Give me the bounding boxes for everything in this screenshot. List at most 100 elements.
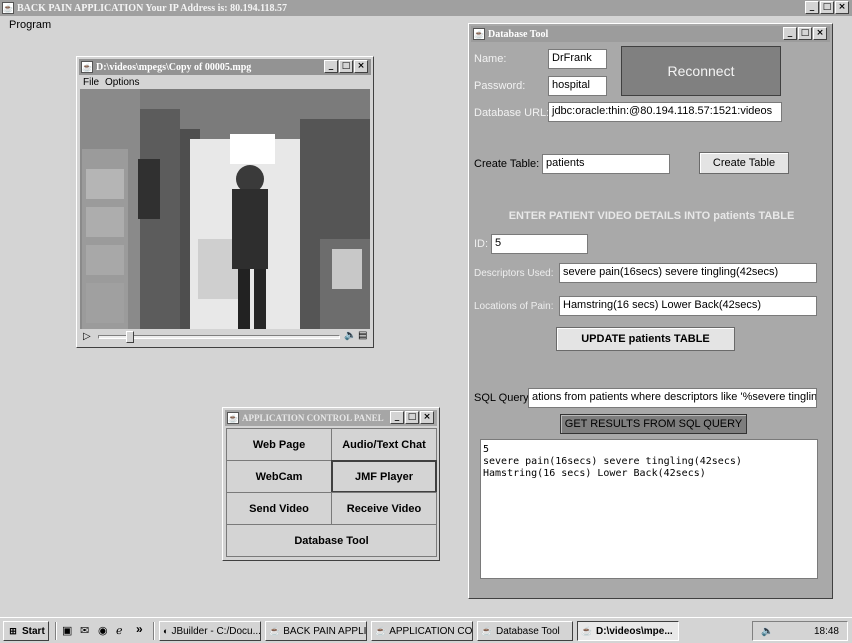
url-field[interactable]: jdbc:oracle:thin:@80.194.118.57:1521:vid… [548,102,782,122]
create-table-field[interactable]: patients [542,154,670,174]
java-cup-icon: ☕ [81,61,93,73]
start-button[interactable]: ⊞ Start [3,621,49,641]
result-line: severe pain(16secs) severe tingling(42se… [483,456,742,467]
task-label: APPLICATION CO... [389,625,473,637]
windows-logo-icon: ⊞ [9,625,17,636]
task-label: Database Tool [496,625,560,637]
start-label: Start [22,625,45,637]
outlook-icon[interactable]: ✉ [80,624,89,637]
close-icon[interactable]: × [835,1,849,14]
main-titlebar[interactable]: ☕ BACK PAIN APPLICATION Your IP Address … [0,0,852,16]
main-window-buttons: _ □ × [804,1,849,14]
name-field[interactable]: DrFrank [548,49,607,69]
audio-text-chat-button[interactable]: Audio/Text Chat [331,428,437,461]
media-player-icon[interactable]: ◉ [98,624,108,637]
clock[interactable]: 18:48 [814,626,839,637]
close-icon[interactable]: × [354,60,368,73]
sql-query-field[interactable]: ations from patients where descriptors l… [528,388,817,408]
film-icon[interactable]: ▤ [358,330,367,341]
video-image [80,89,370,329]
quicklaunch-more[interactable]: » [136,622,143,636]
cp-window-buttons: _ □ × [389,411,434,424]
volume-icon[interactable]: 🔈 [761,626,773,637]
video-window-buttons: _ □ × [323,60,368,73]
seek-thumb[interactable] [126,331,134,343]
task-jbuilder[interactable]: ◐ JBuilder - C:/Docu... [159,621,261,641]
video-controls: ▷ 🔈 ▤ [80,330,370,344]
java-cup-icon: ☕ [473,28,485,40]
minimize-icon[interactable]: _ [805,1,819,14]
minimize-icon[interactable]: _ [783,27,797,40]
internet-explorer-icon[interactable]: ℯ [116,624,123,637]
descriptors-label: Descriptors Used: [474,268,554,279]
menu-program[interactable]: Program [9,19,51,31]
result-line: Hamstring(16 secs) Lower Back(42secs) [483,468,706,479]
control-panel-titlebar[interactable]: ☕ APPLICATION CONTROL PANEL _ □ × [225,410,437,426]
seek-track[interactable] [98,335,340,339]
webcam-button[interactable]: WebCam [226,460,332,493]
system-tray: 🔈 18:48 [752,621,848,641]
minimize-icon[interactable]: _ [324,60,338,73]
video-window: ☕ D:\videos\mpegs\Copy of 00005.mpg _ □ … [76,56,374,348]
task-label: BACK PAIN APPLI... [283,625,367,637]
task-back-pain[interactable]: ☕ BACK PAIN APPLI... [265,621,367,641]
url-label: Database URL: [474,107,550,119]
send-video-button[interactable]: Send Video [226,492,332,525]
video-frame [80,89,370,329]
database-tool-window: ☕ Database Tool _ □ × Name: DrFrank Pass… [468,23,833,599]
show-desktop-icon[interactable]: ▣ [62,624,72,637]
create-table-label: Create Table: [474,158,540,170]
jbuilder-icon: ◐ [163,626,169,636]
task-video-window[interactable]: ☕ D:\videos\mpe... [577,621,679,641]
control-panel-window: ☕ APPLICATION CONTROL PANEL _ □ × Web Pa… [222,407,440,561]
jmf-player-button[interactable]: JMF Player [331,460,437,493]
taskbar-separator [153,622,155,640]
video-menu-file[interactable]: File [83,77,99,88]
password-label: Password: [474,80,526,92]
task-label: JBuilder - C:/Docu... [171,625,261,637]
control-panel-title: APPLICATION CONTROL PANEL [242,413,384,423]
get-results-button[interactable]: GET RESULTS FROM SQL QUERY [560,414,747,434]
minimize-icon[interactable]: _ [390,411,404,424]
password-field[interactable]: hospital [548,76,607,96]
section-heading: ENTER PATIENT VIDEO DETAILS INTO patient… [508,210,795,222]
java-cup-icon: ☕ [227,412,239,424]
taskbar-separator [55,622,57,640]
database-tool-button[interactable]: Database Tool [226,524,437,557]
update-table-button[interactable]: UPDATE patients TABLE [556,327,735,351]
task-database-tool[interactable]: ☕ Database Tool [477,621,573,641]
db-titlebar[interactable]: ☕ Database Tool _ □ × [471,26,830,42]
video-title: D:\videos\mpegs\Copy of 00005.mpg [96,61,252,73]
locations-label: Locations of Pain: [474,301,554,312]
descriptors-field[interactable]: severe pain(16secs) severe tingling(42se… [559,263,817,283]
reconnect-button[interactable]: Reconnect [621,46,781,96]
receive-video-button[interactable]: Receive Video [331,492,437,525]
db-window-buttons: _ □ × [782,27,827,40]
video-menu-options[interactable]: Options [105,77,139,88]
main-title: BACK PAIN APPLICATION Your IP Address is… [17,2,288,14]
java-cup-icon: ☕ [2,2,14,14]
java-cup-icon: ☕ [375,625,387,636]
close-icon[interactable]: × [420,411,434,424]
maximize-icon[interactable]: □ [798,27,812,40]
volume-icon[interactable]: 🔈 [344,330,356,341]
video-titlebar[interactable]: ☕ D:\videos\mpegs\Copy of 00005.mpg _ □ … [79,59,371,75]
db-title: Database Tool [488,28,549,40]
task-control-panel[interactable]: ☕ APPLICATION CO... [371,621,473,641]
locations-field[interactable]: Hamstring(16 secs) Lower Back(42secs) [559,296,817,316]
web-page-button[interactable]: Web Page [226,428,332,461]
java-cup-icon: ☕ [481,625,493,636]
id-field[interactable]: 5 [491,234,588,254]
java-cup-icon: ☕ [581,625,593,636]
java-cup-icon: ☕ [269,625,281,636]
maximize-icon[interactable]: □ [820,1,834,14]
result-line: 5 [483,444,490,455]
sql-query-label: SQL Query [474,392,529,404]
maximize-icon[interactable]: □ [339,60,353,73]
create-table-button[interactable]: Create Table [699,152,789,174]
id-label: ID: [474,238,489,250]
maximize-icon[interactable]: □ [405,411,419,424]
play-icon[interactable]: ▷ [83,331,91,342]
results-area[interactable]: 5 severe pain(16secs) severe tingling(42… [480,439,818,579]
close-icon[interactable]: × [813,27,827,40]
